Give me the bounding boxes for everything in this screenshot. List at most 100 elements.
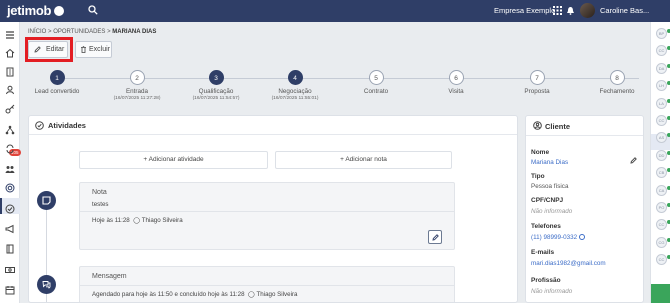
contact-avatar[interactable]: LA [656, 97, 667, 109]
message-author: Thiago Silveira [256, 291, 298, 298]
step-label: Qualificação [198, 88, 234, 95]
contact-avatar[interactable]: LH [656, 80, 667, 92]
pencil-icon [34, 46, 41, 53]
pencil-icon[interactable] [630, 157, 637, 164]
apps-grid-icon[interactable] [553, 6, 562, 15]
logo[interactable]: jetimob [7, 3, 65, 18]
menu-icon[interactable] [5, 27, 15, 39]
step-date: (16/07/2025 11:54:57) [192, 96, 240, 101]
note-timeline-icon [37, 191, 56, 210]
pencil-icon [432, 234, 439, 241]
step-number: 8 [609, 70, 625, 85]
sync-icon[interactable] [5, 141, 15, 154]
note-card: Nota testes Hoje às 11:28 ◯ Thiago Silve… [79, 182, 455, 250]
contact-avatar[interactable]: CC [656, 115, 667, 126]
step-label: Fechamento [599, 88, 635, 95]
contact-avatar[interactable]: CG [656, 236, 667, 248]
top-bar: jetimob Empresa Exemplo Caroline Bas... [0, 0, 670, 22]
step-label: Entrada [125, 88, 149, 95]
pipeline-step[interactable]: 8 Fechamento [577, 70, 657, 96]
field-label-phones: Telefones [531, 223, 561, 230]
breadcrumb-home[interactable]: INÍCIO [28, 29, 46, 35]
user-icon[interactable] [5, 82, 15, 95]
note-body: testes [92, 201, 109, 208]
step-label: Contrato [363, 88, 389, 95]
whatsapp-icon[interactable] [579, 234, 586, 240]
delete-button[interactable]: Excluir [75, 41, 112, 58]
message-schedule: Agendado para hoje às 11:50 e concluído … [92, 291, 245, 298]
contact-avatar[interactable]: PO [656, 202, 667, 213]
target-icon[interactable] [5, 180, 15, 193]
company-name[interactable]: Empresa Exemplo [494, 6, 555, 15]
step-number: 7 [529, 70, 545, 85]
contact-avatar[interactable]: DD [656, 149, 667, 161]
note-title: Nota [92, 189, 107, 196]
contact-avatar[interactable]: CC [656, 254, 667, 266]
client-profession: Não informado [531, 288, 573, 295]
field-label-type: Tipo [531, 173, 545, 180]
pipeline-step[interactable]: 4 Negociação (16/07/2025 11:55:01) [255, 70, 335, 101]
step-number: 5 [368, 70, 384, 85]
client-email[interactable]: mari.dias1982@gmail.com [531, 260, 606, 267]
client-phone-row[interactable]: (11) 98999-0332 [531, 234, 586, 241]
money-icon[interactable] [5, 262, 15, 273]
pipeline-step[interactable]: 5 Contrato [336, 70, 416, 96]
team-icon[interactable] [5, 161, 15, 173]
step-label: Lead convertido [34, 88, 80, 95]
trash-icon [81, 46, 86, 53]
client-panel: Cliente Nome Mariana Dias Tipo Pessoa fí… [525, 115, 644, 303]
contact-avatar[interactable]: CC [656, 219, 667, 231]
step-number: 3 [208, 70, 224, 85]
pipeline-step[interactable]: 2 Entrada (16/07/2025 11:27:28) [97, 70, 177, 101]
breadcrumb-current: MARIANA DIAS [112, 29, 157, 35]
pipeline-step[interactable]: 1 Lead convertido [17, 70, 97, 96]
pipeline-step[interactable]: 3 Qualificação (16/07/2025 11:54:57) [176, 70, 256, 101]
bell-icon[interactable] [566, 6, 575, 15]
activities-panel: Atividades + Adicionar atividade + Adici… [28, 115, 518, 303]
contact-avatar[interactable]: CB [656, 167, 667, 179]
step-label: Proposta [524, 88, 550, 95]
contact-avatar[interactable]: CA [656, 184, 667, 196]
building-icon[interactable] [5, 64, 15, 77]
client-name-link[interactable]: Mariana Dias [531, 159, 568, 166]
message-title: Mensagem [92, 273, 127, 280]
contact-avatar[interactable]: BP [656, 28, 667, 39]
megaphone-icon[interactable] [5, 221, 15, 234]
breadcrumb-section[interactable]: OPORTUNIDADES [53, 29, 105, 35]
step-number: 2 [129, 70, 145, 85]
home-icon[interactable] [5, 45, 15, 58]
pipeline-step[interactable]: 6 Visita [416, 70, 496, 96]
pipeline-stepper: 1 Lead convertido 2 Entrada (16/07/2025 11:2… [20, 66, 650, 112]
client-phone[interactable]: (11) 98999-0332 [531, 234, 577, 241]
network-icon[interactable] [5, 122, 15, 135]
search-icon[interactable] [88, 5, 98, 15]
client-cpf: Não informado [531, 208, 573, 215]
user-name[interactable]: Caroline Bas... [600, 6, 649, 15]
check-icon[interactable] [5, 201, 15, 214]
contact-avatar[interactable]: DA [656, 62, 667, 74]
message-timeline-icon [37, 275, 56, 294]
add-note-button[interactable]: + Adicionar nota [275, 151, 452, 169]
delete-button-label: Excluir [89, 46, 111, 53]
rail-action-button[interactable] [651, 284, 670, 303]
key-icon[interactable] [5, 101, 15, 114]
field-label-cpf: CPF/CNPJ [531, 197, 564, 204]
pipeline-step[interactable]: 7 Proposta [497, 70, 577, 96]
book-icon[interactable] [5, 241, 15, 254]
note-edit-button[interactable] [428, 230, 442, 244]
message-card: Mensagem Agendado para hoje às 11:50 e c… [79, 266, 455, 302]
person-icon: ◯ [246, 291, 255, 298]
breadcrumb: INÍCIO > OPORTUNIDADES > MARIANA DIAS [28, 29, 156, 35]
add-activity-button[interactable]: + Adicionar atividade [79, 151, 268, 169]
note-author: Thiago Silveira [141, 217, 183, 224]
field-label-profession: Profissão [531, 277, 561, 284]
contact-avatar[interactable]: CC [656, 45, 667, 57]
edit-button[interactable]: Editar [28, 41, 68, 58]
message-meta: Agendado para hoje às 11:50 e concluído … [92, 291, 297, 298]
step-label: Visita [448, 88, 464, 95]
step-number: 4 [287, 70, 303, 85]
step-number: 6 [448, 70, 464, 85]
calendar-icon[interactable] [5, 282, 15, 295]
contacts-rail: BP CC DA LH LA CC AS DD CB CA PO CC CG CC [650, 22, 670, 303]
user-avatar[interactable] [580, 3, 595, 18]
